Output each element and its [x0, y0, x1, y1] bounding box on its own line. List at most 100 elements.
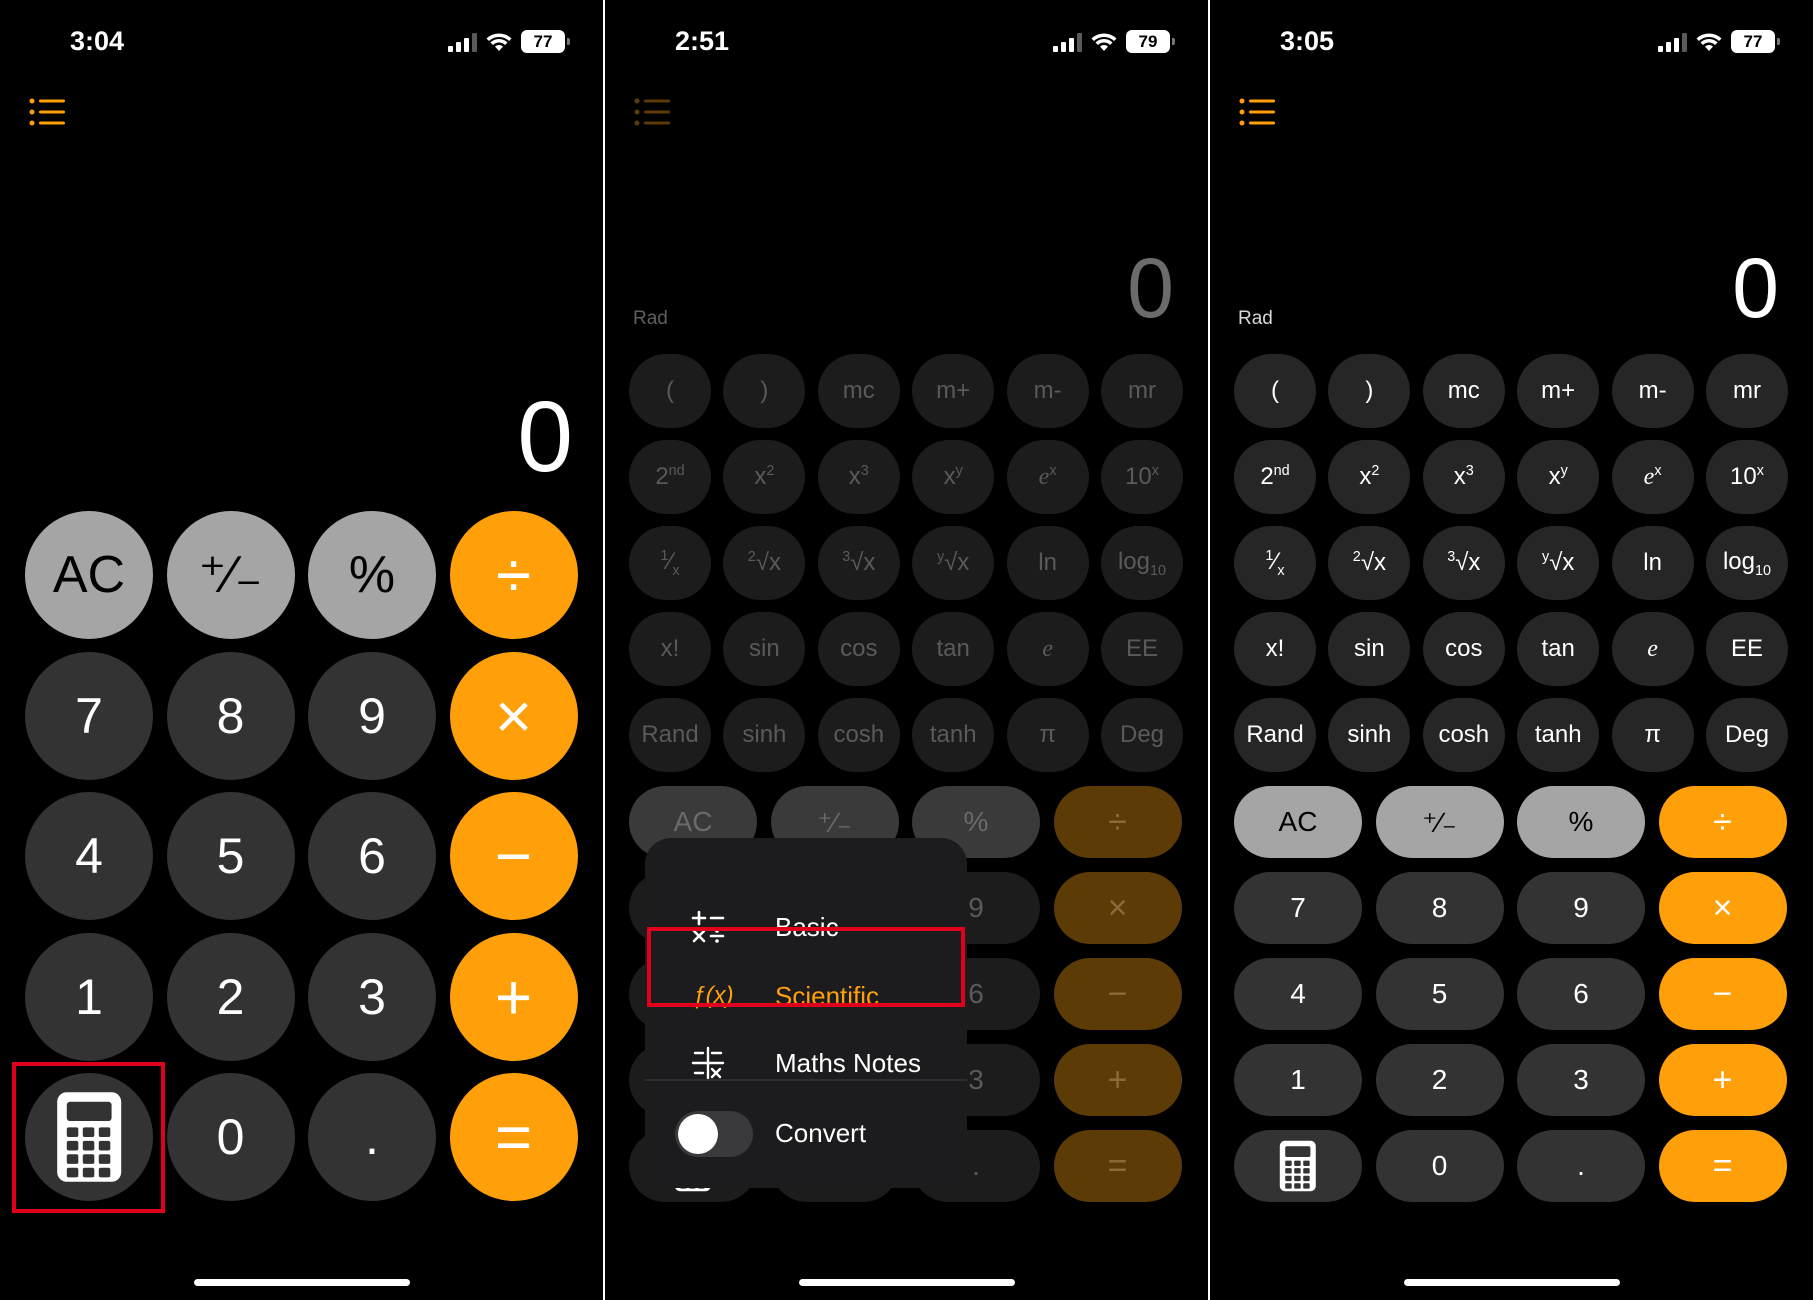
x-button[interactable]: x! — [1234, 612, 1316, 686]
6-button[interactable]: 6 — [1517, 958, 1645, 1030]
convert-toggle[interactable] — [675, 1111, 753, 1157]
tanh-button[interactable]: tanh — [1517, 698, 1600, 772]
3-button[interactable]: 3 — [1517, 1044, 1645, 1116]
log10-button[interactable]: log10 — [1706, 526, 1788, 600]
multiply-button[interactable]: × — [1658, 872, 1787, 944]
equals-button[interactable]: = — [1658, 1130, 1787, 1202]
ln-button[interactable]: ln — [1611, 526, 1694, 600]
y-x-button[interactable]: y√x — [912, 526, 995, 600]
10x-button[interactable]: 10x — [1101, 440, 1183, 514]
equals-button[interactable]: = — [449, 1073, 578, 1201]
multiply-button[interactable]: × — [449, 651, 578, 780]
mc-button[interactable]: mc — [817, 354, 900, 428]
9-button[interactable]: 9 — [308, 651, 436, 780]
plus-button[interactable]: + — [449, 932, 578, 1061]
2-button[interactable]: 2 — [1375, 1044, 1504, 1116]
list-menu-icon[interactable] — [1239, 98, 1275, 126]
x3-button[interactable]: x3 — [1422, 440, 1505, 514]
ln-button[interactable]: ln — [1006, 526, 1089, 600]
1-x-button[interactable]: 1⁄x — [1234, 526, 1316, 600]
8-button[interactable]: 8 — [1375, 872, 1504, 944]
close-paren-button[interactable]: ) — [1328, 354, 1411, 428]
open-paren-button[interactable]: ( — [629, 354, 711, 428]
open-paren-button[interactable]: ( — [1234, 354, 1316, 428]
sinh-button[interactable]: sinh — [1328, 698, 1411, 772]
10x-button[interactable]: 10x — [1706, 440, 1788, 514]
0-button[interactable]: 0 — [1375, 1130, 1504, 1202]
divide-button[interactable]: ÷ — [449, 511, 578, 639]
xy-button[interactable]: xy — [1517, 440, 1600, 514]
y-x-button[interactable]: y√x — [1517, 526, 1600, 600]
2-button[interactable]: 2 — [166, 932, 295, 1061]
plus-button[interactable]: + — [1053, 1044, 1182, 1116]
close-paren-button[interactable]: ) — [723, 354, 806, 428]
pi-button[interactable]: π — [1006, 698, 1089, 772]
tan-button[interactable]: tan — [912, 612, 995, 686]
1-button[interactable]: 1 — [1234, 1044, 1362, 1116]
all-clear-button[interactable]: AC — [25, 511, 153, 639]
sin-button[interactable]: sin — [723, 612, 806, 686]
cos-button[interactable]: cos — [817, 612, 900, 686]
x2-button[interactable]: x2 — [723, 440, 806, 514]
decimal-button[interactable]: . — [1517, 1130, 1645, 1202]
7-button[interactable]: 7 — [25, 651, 153, 780]
minus-button[interactable]: − — [449, 792, 578, 920]
3-x-button[interactable]: 3√x — [817, 526, 900, 600]
plus-button[interactable]: + — [1658, 1044, 1787, 1116]
6-button[interactable]: 6 — [308, 792, 436, 920]
3-button[interactable]: 3 — [308, 932, 436, 1061]
2nd-button[interactable]: 2nd — [1234, 440, 1316, 514]
2-x-button[interactable]: 2√x — [1328, 526, 1411, 600]
x2-button[interactable]: x2 — [1328, 440, 1411, 514]
m-button[interactable]: m- — [1006, 354, 1089, 428]
1-x-button[interactable]: 1⁄x — [629, 526, 711, 600]
ex-button[interactable]: ex — [1006, 440, 1089, 514]
percent-button[interactable]: % — [308, 511, 436, 639]
3-x-button[interactable]: 3√x — [1422, 526, 1505, 600]
m-button[interactable]: m- — [1611, 354, 1694, 428]
minus-button[interactable]: − — [1053, 958, 1182, 1030]
cosh-button[interactable]: cosh — [1422, 698, 1505, 772]
4-button[interactable]: 4 — [25, 792, 153, 920]
log10-button[interactable]: log10 — [1101, 526, 1183, 600]
decimal-button[interactable]: . — [308, 1073, 436, 1201]
plus-minus-button[interactable]: ⁺∕₋ — [1375, 786, 1504, 858]
mr-button[interactable]: mr — [1101, 354, 1183, 428]
cos-button[interactable]: cos — [1422, 612, 1505, 686]
deg-button[interactable]: Deg — [1706, 698, 1788, 772]
ee-button[interactable]: EE — [1706, 612, 1788, 686]
all-clear-button[interactable]: AC — [1234, 786, 1362, 858]
divide-button[interactable]: ÷ — [1658, 786, 1787, 858]
multiply-button[interactable]: × — [1053, 872, 1182, 944]
x-button[interactable]: x! — [629, 612, 711, 686]
8-button[interactable]: 8 — [166, 651, 295, 780]
ex-button[interactable]: ex — [1611, 440, 1694, 514]
m-button[interactable]: m+ — [912, 354, 995, 428]
0-button[interactable]: 0 — [166, 1073, 295, 1201]
2-x-button[interactable]: 2√x — [723, 526, 806, 600]
1-button[interactable]: 1 — [25, 932, 153, 1061]
cosh-button[interactable]: cosh — [817, 698, 900, 772]
e-button[interactable]: e — [1006, 612, 1089, 686]
m-button[interactable]: m+ — [1517, 354, 1600, 428]
mc-button[interactable]: mc — [1422, 354, 1505, 428]
rand-button[interactable]: Rand — [629, 698, 711, 772]
list-menu-icon[interactable] — [634, 98, 670, 126]
tanh-button[interactable]: tanh — [912, 698, 995, 772]
minus-button[interactable]: − — [1658, 958, 1787, 1030]
plus-minus-button[interactable]: ⁺∕₋ — [166, 511, 295, 639]
menu-item-maths-notes[interactable]: Maths Notes — [645, 1032, 967, 1094]
equals-button[interactable]: = — [1053, 1130, 1182, 1202]
x3-button[interactable]: x3 — [817, 440, 900, 514]
tan-button[interactable]: tan — [1517, 612, 1600, 686]
ee-button[interactable]: EE — [1101, 612, 1183, 686]
calculator-mode-button[interactable] — [1234, 1130, 1362, 1202]
xy-button[interactable]: xy — [912, 440, 995, 514]
percent-button[interactable]: % — [1517, 786, 1645, 858]
mr-button[interactable]: mr — [1706, 354, 1788, 428]
5-button[interactable]: 5 — [166, 792, 295, 920]
4-button[interactable]: 4 — [1234, 958, 1362, 1030]
2nd-button[interactable]: 2nd — [629, 440, 711, 514]
deg-button[interactable]: Deg — [1101, 698, 1183, 772]
9-button[interactable]: 9 — [1517, 872, 1645, 944]
